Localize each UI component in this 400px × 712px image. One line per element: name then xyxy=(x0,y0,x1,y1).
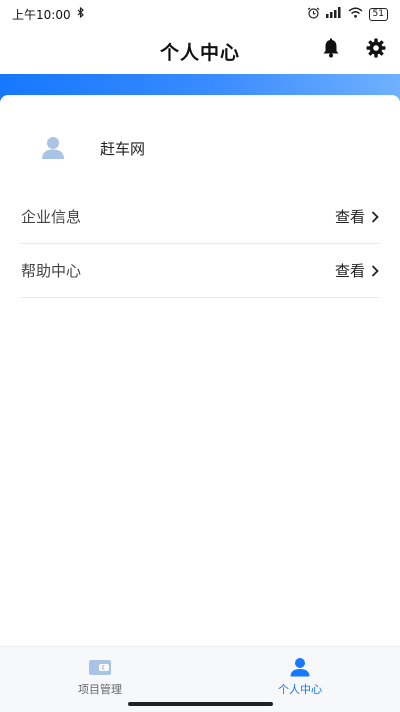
profile-section[interactable]: 赶车网 xyxy=(40,135,145,161)
status-time: 上午10:00 xyxy=(12,7,71,22)
bluetooth-icon xyxy=(77,6,85,21)
user-icon xyxy=(290,658,310,677)
signal-icon xyxy=(325,7,342,21)
chevron-right-icon xyxy=(371,210,379,223)
battery-indicator: 51 xyxy=(368,7,388,21)
view-link[interactable]: 查看 xyxy=(335,206,379,227)
status-bar-right: 51 xyxy=(307,7,388,22)
view-label: 查看 xyxy=(334,262,365,280)
menu-item-label: 帮助中心 xyxy=(21,262,82,280)
bell-icon[interactable] xyxy=(322,38,340,58)
page-title: 个人中心 xyxy=(159,41,240,64)
content-card: 赶车网 企业信息 查看 帮助中心 查看 xyxy=(0,95,400,646)
alarm-icon xyxy=(307,7,320,22)
status-bar-left: 上午10:00 xyxy=(12,6,85,23)
tab-label: 项目管理 xyxy=(78,683,122,696)
wifi-icon xyxy=(348,7,363,21)
user-avatar-icon xyxy=(40,135,66,161)
view-label: 查看 xyxy=(334,208,365,226)
status-bar: 上午10:00 51 xyxy=(0,0,400,28)
wallet-icon xyxy=(89,660,111,675)
view-link[interactable]: 查看 xyxy=(335,260,379,281)
menu-item-label: 企业信息 xyxy=(21,208,82,226)
home-indicator[interactable] xyxy=(128,702,273,706)
menu-item-help-center[interactable]: 帮助中心 查看 xyxy=(21,244,379,298)
page-header: 个人中心 xyxy=(0,28,400,74)
company-name: 赶车网 xyxy=(100,139,146,158)
header-actions xyxy=(322,38,386,58)
gear-icon[interactable] xyxy=(366,38,386,58)
menu-item-company-info[interactable]: 企业信息 查看 xyxy=(21,190,379,244)
tab-label: 个人中心 xyxy=(278,683,322,696)
chevron-right-icon xyxy=(371,264,379,277)
